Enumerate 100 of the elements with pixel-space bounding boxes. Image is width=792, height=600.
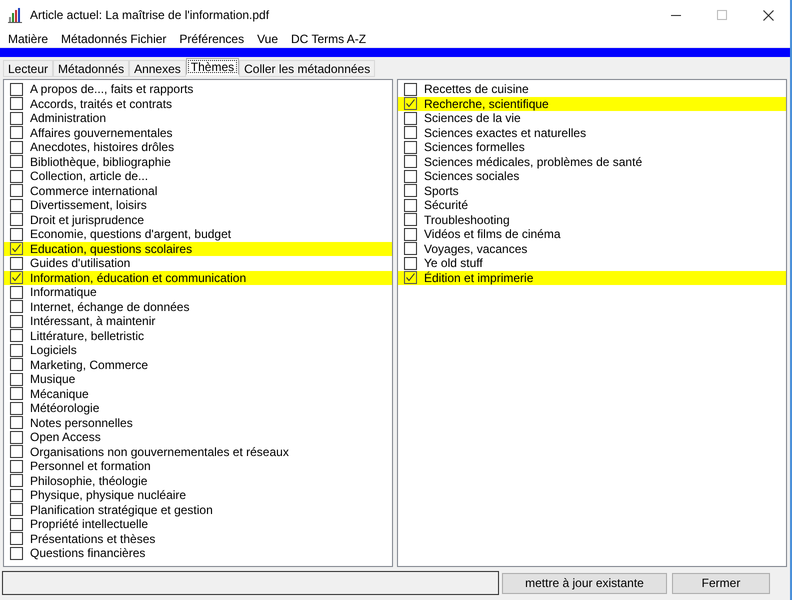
checkbox[interactable] (10, 358, 23, 372)
checkbox[interactable] (10, 126, 23, 140)
theme-label: Présentations et thèses (30, 532, 156, 546)
theme-label: Ye old stuff (424, 256, 483, 270)
checkbox[interactable] (10, 140, 23, 154)
checkbox[interactable] (404, 170, 417, 183)
theme-label: Physique, physique nucléaire (30, 488, 186, 502)
minimize-icon[interactable] (671, 14, 681, 16)
theme-label: Propriété intellectuelle (30, 517, 148, 532)
checkbox[interactable] (10, 402, 23, 415)
theme-label: Édition et imprimerie (424, 270, 534, 285)
theme-label: Recherche, scientifique (424, 96, 549, 111)
theme-label: Personnel et formation (30, 459, 151, 474)
checkbox[interactable] (10, 184, 23, 198)
theme-label: Musique (30, 372, 76, 386)
theme-label: Sports (424, 184, 459, 198)
checkbox[interactable] (10, 460, 23, 473)
checkbox[interactable] (10, 82, 23, 96)
theme-label: Accords, traités et contrats (30, 96, 172, 111)
theme-label: A propos de..., faits et rapports (30, 82, 194, 96)
checkbox[interactable] (404, 184, 417, 198)
checkbox[interactable] (10, 198, 23, 212)
checkbox[interactable] (10, 256, 23, 270)
theme-label: Voyages, vacances (424, 242, 528, 256)
theme-label: Administration (30, 111, 106, 126)
checkbox[interactable] (404, 256, 417, 270)
checkbox[interactable] (10, 503, 23, 516)
close-icon[interactable] (763, 10, 774, 20)
checkbox[interactable] (10, 532, 23, 546)
checkbox[interactable] (10, 518, 23, 531)
dialog-button[interactable]: mettre à jour existante (502, 572, 667, 594)
theme-label: Economie, questions d'argent, budget (30, 227, 232, 242)
menu-item[interactable]: DC Terms A-Z (291, 32, 366, 46)
checkbox[interactable] (10, 97, 23, 110)
theme-label: Météorologie (30, 401, 100, 416)
checkbox[interactable] (10, 488, 23, 502)
window-title: Article actuel: La maîtrise de l'information.pdf (30, 8, 270, 22)
theme-label: Internet, échange de données (30, 300, 190, 314)
checkbox[interactable] (10, 474, 23, 488)
theme-label: Education, questions scolaires (30, 242, 192, 256)
theme-label: Organisations non gouvernementales et réseaux (30, 444, 289, 459)
checkbox[interactable] (404, 242, 417, 256)
checkbox[interactable] (10, 430, 23, 444)
checkbox[interactable] (10, 286, 23, 299)
theme-label: Sciences médicales, problèmes de santé (424, 154, 642, 169)
menu-item[interactable]: Vue (257, 32, 278, 46)
theme-label: Intéressant, à maintenir (30, 314, 156, 328)
checkbox[interactable] (10, 344, 23, 357)
checkbox[interactable] (404, 228, 417, 241)
checkbox[interactable] (10, 445, 23, 458)
checkbox[interactable] (10, 546, 23, 560)
tab[interactable]: Métadonnés (53, 60, 130, 77)
theme-label: Sciences sociales (424, 169, 520, 184)
theme-label: Logiciels (30, 343, 77, 358)
checkbox[interactable] (10, 112, 23, 125)
theme-label: Littérature, belletristic (30, 328, 144, 343)
checkbox[interactable] (10, 155, 23, 168)
checkbox[interactable] (10, 228, 23, 241)
checkbox[interactable] (10, 300, 23, 314)
theme-label: Guides d'utilisation (30, 256, 130, 270)
checkbox[interactable] (404, 140, 417, 154)
theme-label: Sciences de la vie (424, 111, 521, 126)
checkbox[interactable] (10, 271, 23, 284)
checkbox[interactable] (404, 198, 417, 212)
checkbox[interactable] (404, 126, 417, 140)
tab[interactable]: Annexes (129, 60, 186, 77)
checkbox[interactable] (404, 82, 417, 96)
tab[interactable]: Coller les métadonnées (239, 60, 376, 77)
theme-label: Recettes de cuisine (424, 82, 529, 96)
checkbox[interactable] (404, 213, 417, 226)
checkbox[interactable] (404, 97, 417, 110)
checkbox[interactable] (10, 213, 23, 226)
tab[interactable]: Lecteur (3, 60, 54, 77)
theme-label: Divertissement, loisirs (30, 198, 147, 212)
theme-label: Anecdotes, histoires drôles (30, 140, 174, 154)
theme-label: Mécanique (30, 386, 89, 401)
theme-label: Sécurité (424, 198, 468, 212)
theme-label: Notes personnelles (30, 416, 133, 430)
theme-label: Commerce international (30, 184, 158, 198)
theme-label: Open Access (30, 430, 101, 444)
checkbox[interactable] (10, 170, 23, 183)
checkbox[interactable] (10, 387, 23, 400)
checkbox[interactable] (10, 372, 23, 386)
checkbox[interactable] (404, 155, 417, 168)
checkbox[interactable] (404, 271, 417, 284)
theme-label: Affaires gouvernementales (30, 126, 173, 140)
theme-label: Vidéos et films de cinéma (424, 227, 561, 242)
checkbox[interactable] (10, 329, 23, 342)
dialog-button[interactable]: Fermer (672, 572, 770, 594)
theme-label: Philosophie, théologie (30, 474, 148, 488)
menu-item[interactable]: Métadonnés Fichier (61, 32, 166, 46)
menu-item[interactable]: Matière (8, 32, 48, 46)
tab[interactable]: Thèmes (186, 58, 240, 75)
checkbox[interactable] (10, 416, 23, 430)
checkbox[interactable] (10, 314, 23, 328)
checkbox[interactable] (10, 242, 23, 256)
theme-label: Sciences formelles (424, 140, 525, 154)
theme-label: Sciences exactes et naturelles (424, 126, 586, 140)
checkbox[interactable] (404, 112, 417, 125)
menu-item[interactable]: Préférences (179, 32, 244, 46)
